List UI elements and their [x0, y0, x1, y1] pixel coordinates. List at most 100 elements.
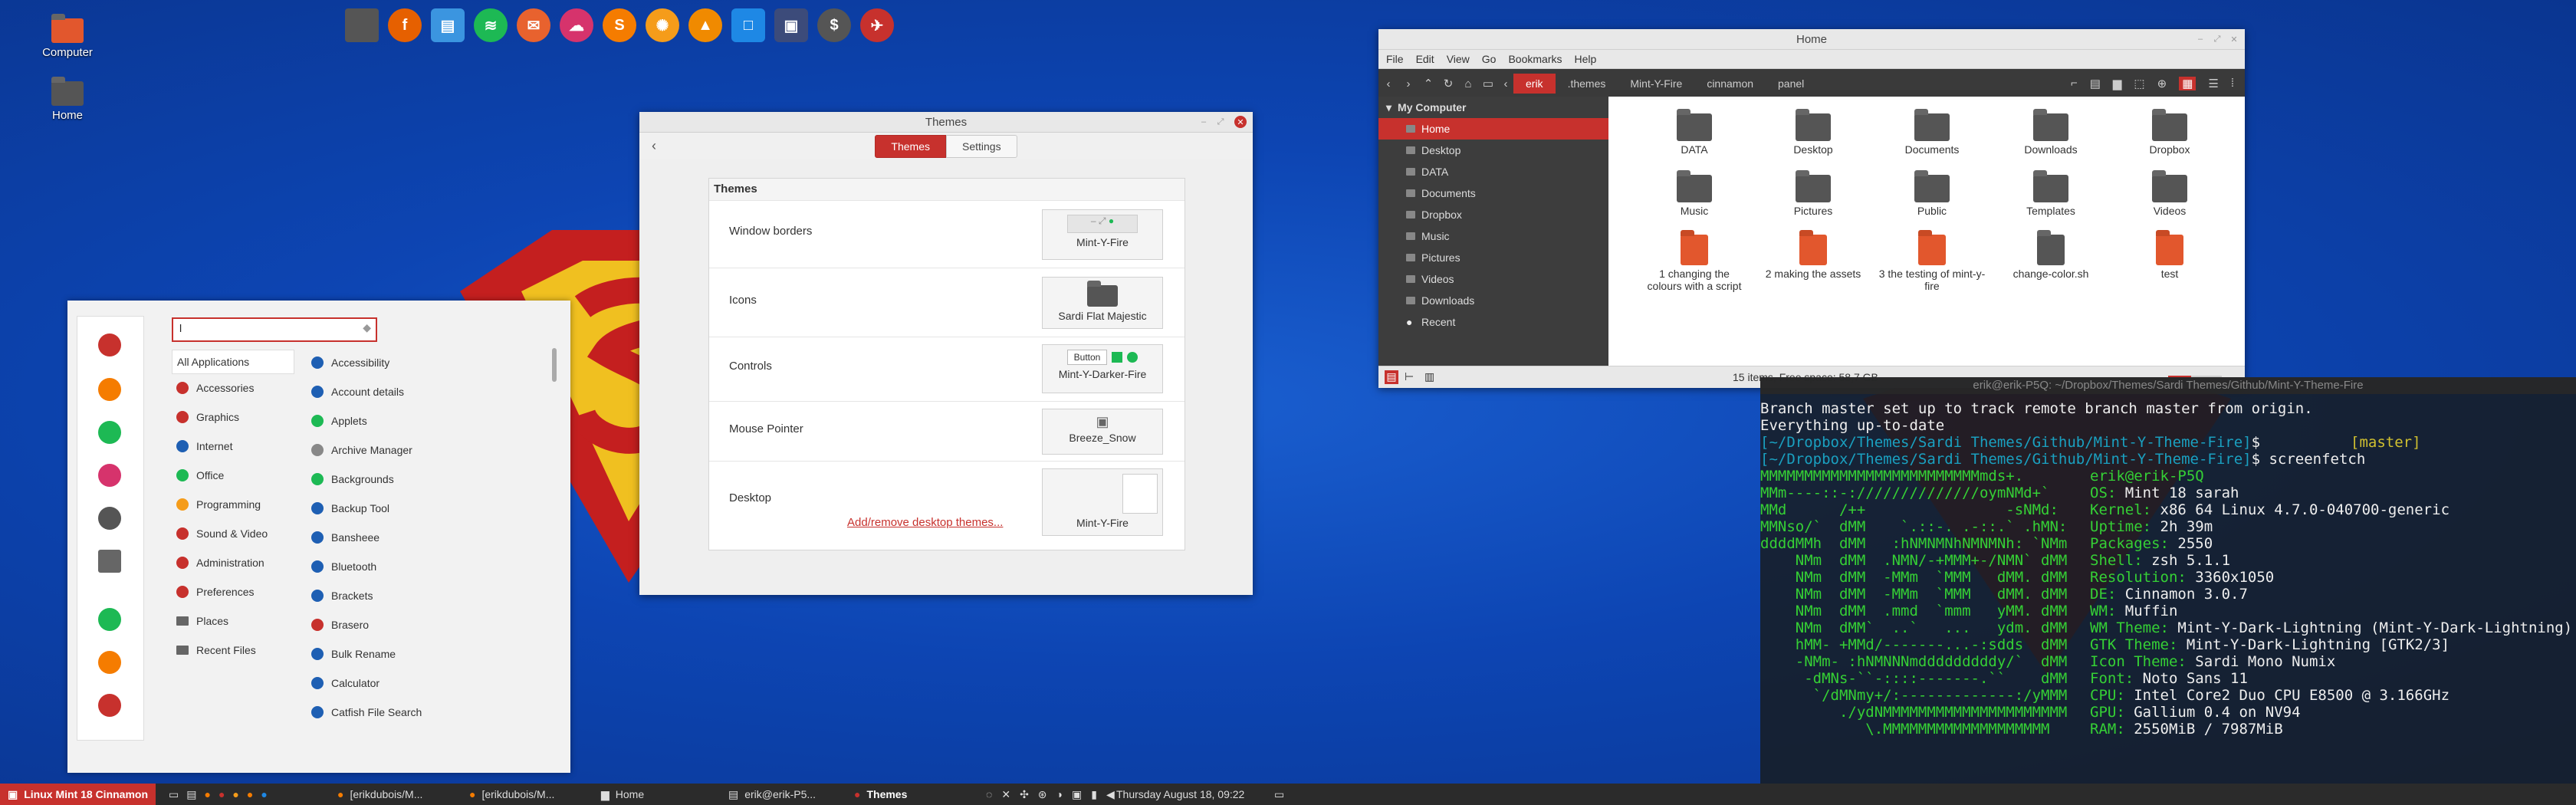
file-item[interactable]: Dropbox: [2116, 109, 2223, 156]
category-graphics[interactable]: Graphics: [172, 405, 294, 429]
category-accessories[interactable]: Accessories: [172, 376, 294, 400]
app-item[interactable]: Applets: [311, 409, 367, 432]
themes-titlebar[interactable]: Themes – ⤢ ✕: [639, 112, 1253, 133]
path-left-icon[interactable]: ‹: [1498, 77, 1513, 90]
update-icon[interactable]: ⊛: [1038, 788, 1047, 801]
menu-bookmarks[interactable]: Bookmarks: [1508, 53, 1562, 65]
category-recent-files[interactable]: Recent Files: [172, 638, 294, 662]
menu-button[interactable]: ▣ Linux Mint 18 Cinnamon: [0, 784, 156, 805]
network-icon[interactable]: ◌: [986, 788, 992, 800]
task-2[interactable]: ● [erikdubois/M...: [469, 784, 554, 805]
screen-icon[interactable]: ▣: [1072, 788, 1082, 801]
icons-chooser[interactable]: Sardi Flat Majestic: [1042, 277, 1163, 329]
file-item[interactable]: DATA: [1641, 109, 1748, 156]
forward-icon[interactable]: ›: [1398, 77, 1418, 90]
breadcrumb-mint-y-fire[interactable]: Mint-Y-Fire: [1618, 74, 1694, 94]
show-desktop-icon[interactable]: ▭: [169, 788, 179, 801]
file-item[interactable]: 3 the testing of mint-y-fire: [1878, 230, 1986, 292]
transmission-icon[interactable]: [98, 334, 121, 356]
menu-edit[interactable]: Edit: [1416, 53, 1434, 65]
desktop-icon-home[interactable]: Home: [29, 77, 106, 122]
close-icon[interactable]: ✕: [1001, 788, 1010, 801]
app-item[interactable]: Brasero: [311, 613, 369, 636]
close-icon[interactable]: ✕: [2228, 33, 2240, 45]
app-item[interactable]: Backup Tool: [311, 497, 389, 520]
sidebar-item-desktop[interactable]: Desktop: [1378, 140, 1608, 161]
video-icon[interactable]: [98, 464, 121, 487]
search-clear-icon[interactable]: ◆: [363, 321, 371, 334]
minimize-icon[interactable]: –: [1198, 116, 1210, 128]
category-preferences[interactable]: Preferences: [172, 580, 294, 604]
file-item[interactable]: 1 changing the colours with a script: [1641, 230, 1748, 292]
files-icon[interactable]: [345, 8, 379, 42]
firefox-icon[interactable]: ●: [204, 788, 210, 800]
clock[interactable]: Thursday August 18, 09:22: [1116, 784, 1244, 805]
file-item[interactable]: Documents: [1878, 109, 1986, 156]
category-places[interactable]: Places: [172, 609, 294, 633]
pidgin-icon[interactable]: ☁: [560, 8, 593, 42]
sidebar-item-music[interactable]: Music: [1378, 225, 1608, 247]
up-icon[interactable]: ⌃: [1418, 77, 1438, 90]
sublime-icon[interactable]: ●: [247, 788, 253, 800]
menu-search-input[interactable]: l ◆: [172, 317, 377, 342]
sublime-icon[interactable]: S: [603, 8, 636, 42]
sidebar-item-videos[interactable]: Videos: [1378, 268, 1608, 290]
app-item[interactable]: Brackets: [311, 584, 373, 607]
spotify-icon[interactable]: ≋: [474, 8, 508, 42]
settings-icon[interactable]: ⊕: [2157, 77, 2167, 90]
workspace-icon[interactable]: ▭: [1274, 784, 1284, 805]
breadcrumb-cinnamon[interactable]: cinnamon: [1694, 74, 1766, 94]
reload-icon[interactable]: ↻: [1438, 77, 1458, 90]
tab-settings[interactable]: Settings: [945, 135, 1017, 158]
docs-icon[interactable]: ▤: [431, 8, 465, 42]
list-view-icon[interactable]: ☰: [2208, 77, 2218, 90]
app-item[interactable]: Bulk Rename: [311, 642, 396, 665]
menu-view[interactable]: View: [1447, 53, 1470, 65]
sidebar-item-data[interactable]: DATA: [1378, 161, 1608, 182]
maximize-icon[interactable]: ⤢: [2211, 33, 2223, 45]
close-icon[interactable]: ✕: [1234, 116, 1247, 128]
task-3[interactable]: ▆ Home: [601, 784, 644, 805]
menu-help[interactable]: Help: [1575, 53, 1597, 65]
breadcrumb-erik[interactable]: erik: [1513, 74, 1556, 94]
sidebar-item-pictures[interactable]: Pictures: [1378, 247, 1608, 268]
terminal-dollar-icon[interactable]: $: [817, 8, 851, 42]
file-item[interactable]: Videos: [2116, 170, 2223, 217]
app-item[interactable]: Calculator: [311, 672, 380, 695]
places-toggle-icon[interactable]: ▤: [1385, 370, 1398, 384]
power-icon[interactable]: [98, 694, 121, 717]
computer-icon[interactable]: ▭: [1478, 77, 1498, 90]
new-folder-icon[interactable]: ⌐: [2071, 77, 2078, 90]
terminal-icon[interactable]: ▤: [2090, 77, 2101, 90]
volume-icon[interactable]: ◑: [1056, 788, 1063, 800]
category-sound-video[interactable]: Sound & Video: [172, 521, 294, 546]
firefox-icon[interactable]: f: [388, 8, 422, 42]
dropbox-icon[interactable]: ✣: [1020, 788, 1029, 801]
sidebar-header[interactable]: ▾ My Computer: [1378, 97, 1608, 118]
mouse-pointer-chooser[interactable]: ▣ Breeze_Snow: [1042, 409, 1163, 455]
box-icon[interactable]: □: [731, 8, 765, 42]
sidebar-item-documents[interactable]: Documents: [1378, 182, 1608, 204]
file-item[interactable]: Downloads: [1997, 109, 2104, 156]
home-icon[interactable]: ⌂: [1458, 77, 1478, 90]
back-icon[interactable]: ‹: [1378, 77, 1398, 90]
category-programming[interactable]: Programming: [172, 492, 294, 517]
sidebar-item-recent[interactable]: ● Recent: [1378, 311, 1608, 333]
category-administration[interactable]: Administration: [172, 550, 294, 575]
lock-screen-icon[interactable]: [98, 608, 121, 631]
battery-icon[interactable]: ▮: [1091, 788, 1097, 801]
file-item[interactable]: 2 making the assets: [1760, 230, 1867, 280]
category-office[interactable]: Office: [172, 463, 294, 488]
task-5-active[interactable]: ● Themes: [854, 784, 907, 805]
thunderbird-icon[interactable]: ✉: [517, 8, 550, 42]
terminal-window[interactable]: erik@erik-P5Q: ~/Dropbox/Themes/Sardi Th…: [1760, 377, 2576, 805]
menu-file[interactable]: File: [1386, 53, 1404, 65]
download-icon[interactable]: [98, 421, 121, 444]
app-item[interactable]: Bluetooth: [311, 555, 376, 578]
transmission-icon[interactable]: ●: [219, 788, 225, 800]
toggle-location-icon[interactable]: ⬚: [2134, 77, 2144, 90]
sidebar-item-downloads[interactable]: Downloads: [1378, 290, 1608, 311]
category-internet[interactable]: Internet: [172, 434, 294, 458]
files-icon[interactable]: [98, 550, 121, 573]
app-item[interactable]: Account details: [311, 380, 404, 403]
